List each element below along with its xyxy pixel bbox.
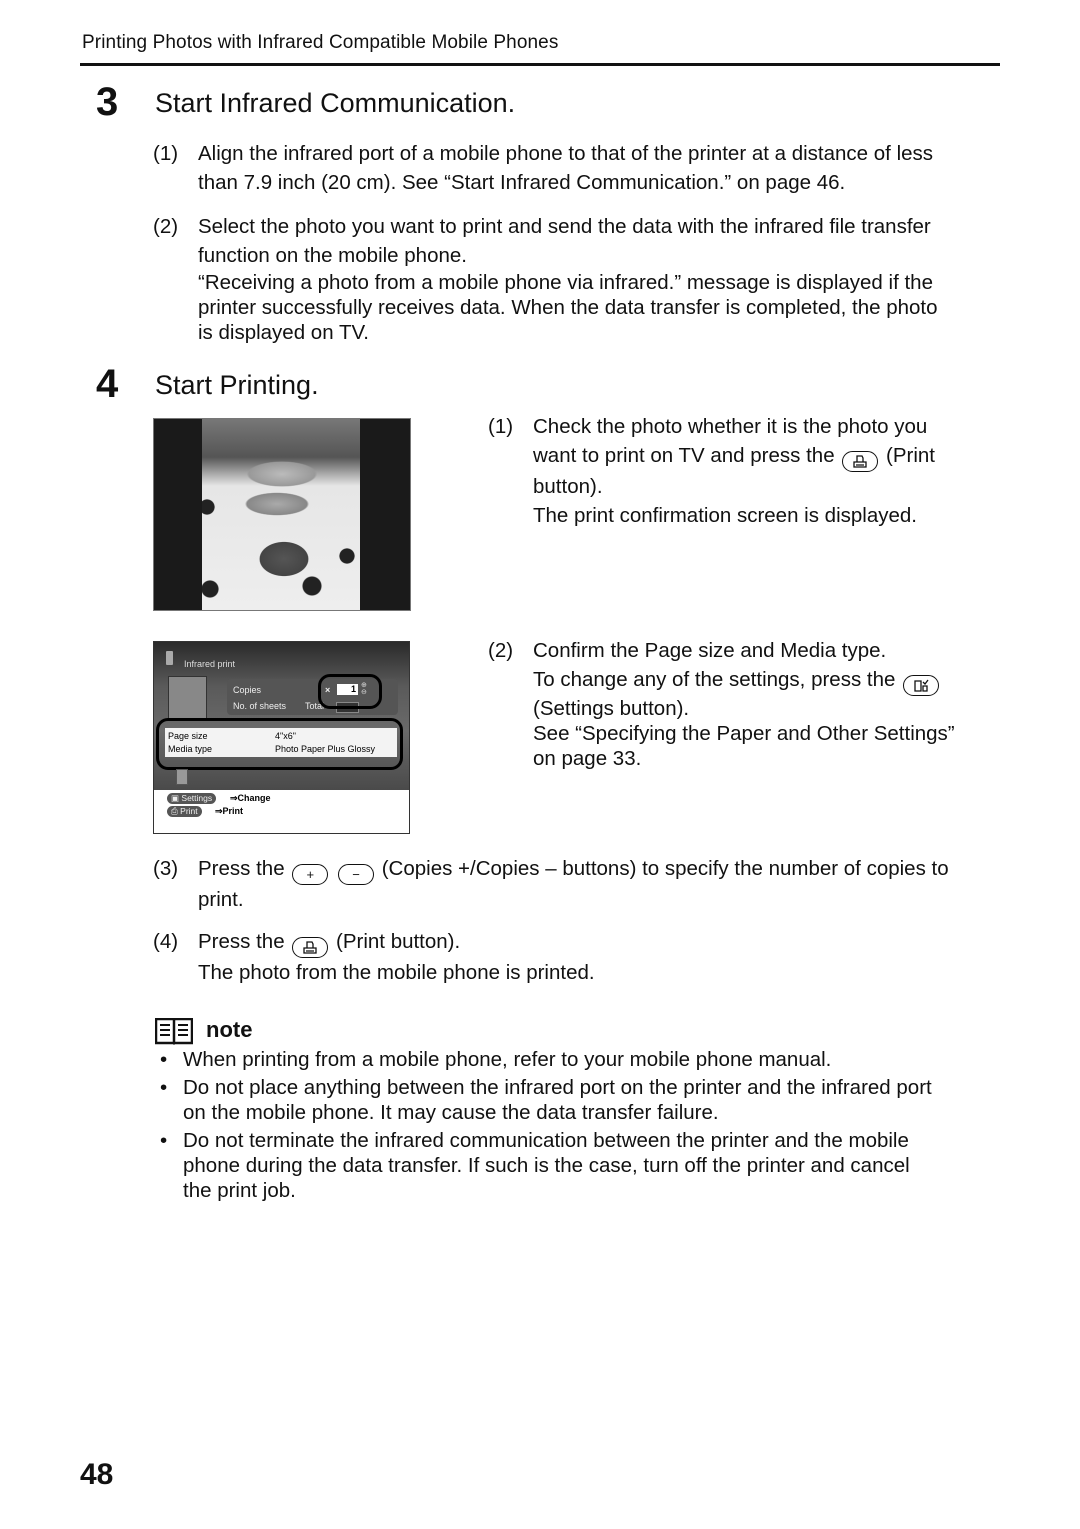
settings-pill: ▣ Settings	[167, 793, 217, 804]
step-number: 4	[96, 362, 119, 406]
note-bullet: • Do not place anything between the infr…	[160, 1075, 1010, 1125]
note-list: • When printing from a mobile phone, ref…	[160, 1047, 1010, 1206]
screen-title: Infrared print	[184, 659, 236, 669]
item-text: See “Specifying the Paper and Other Sett…	[533, 722, 955, 745]
print-icon	[853, 455, 867, 468]
item-text: (Settings button).	[533, 697, 690, 720]
note-bullet: • When printing from a mobile phone, ref…	[160, 1047, 1010, 1072]
note-bullet: • Do not terminate the infrared communic…	[160, 1128, 1010, 1203]
copies-minus-button-glyph: −	[338, 864, 375, 885]
step-title: Start Printing.	[155, 370, 319, 400]
copies-highlight-ring	[318, 674, 382, 709]
item-text: is displayed on TV.	[198, 321, 369, 344]
bullet-text: When printing from a mobile phone, refer…	[183, 1048, 832, 1071]
note-label: note	[206, 1017, 253, 1042]
item-text: “Receiving a photo from a mobile phone v…	[198, 271, 933, 294]
tv-photo-preview	[153, 418, 411, 611]
mobile-phone-icon	[166, 651, 173, 665]
item-text: The print confirmation screen is display…	[533, 504, 917, 527]
step-number: 3	[96, 80, 119, 124]
item-number: (2)	[488, 639, 514, 662]
bullet-text: the print job.	[183, 1179, 296, 1202]
print-pill: ⎙ Print	[167, 806, 202, 817]
step-item: (2) Confirm the Page size and Media type…	[488, 636, 1008, 776]
print-button-glyph	[842, 451, 879, 472]
book-icon	[154, 1017, 194, 1050]
settings-icon	[914, 679, 929, 692]
item-number: (1)	[488, 415, 514, 438]
item-text: (Print	[886, 444, 935, 467]
settings-highlight-ring	[156, 718, 403, 770]
page-number: 48	[80, 1458, 114, 1491]
copies-label: Copies	[233, 685, 262, 695]
print-pill-label: Print	[180, 806, 198, 816]
step-item: (1) Align the infrared port of a mobile …	[153, 139, 1013, 199]
header-rule	[80, 63, 1000, 66]
item-text: button).	[533, 475, 603, 498]
bullet-text: Do not terminate the infrared communicat…	[183, 1129, 909, 1152]
item-text: printer successfully receives data. When…	[198, 296, 938, 319]
item-number: (4)	[153, 930, 179, 953]
item-number: (2)	[153, 215, 179, 238]
item-text: (Print button).	[336, 930, 461, 953]
step-title: Start Infrared Communication.	[155, 88, 516, 118]
step-item: (2) Select the photo you want to print a…	[153, 212, 1013, 352]
item-text: Press the	[198, 857, 285, 880]
print-button-glyph	[292, 937, 329, 958]
item-text: than 7.9 inch (20 cm). See “Start Infrar…	[198, 171, 846, 194]
bullet-text: Do not place anything between the infrar…	[183, 1076, 932, 1099]
item-text: Confirm the Page size and Media type.	[533, 639, 887, 662]
item-text: function on the mobile phone.	[198, 244, 467, 267]
print-action: ⇒Print	[215, 806, 244, 816]
bullet-text: on the mobile phone. It may cause the da…	[183, 1101, 719, 1124]
item-text: print.	[198, 888, 244, 911]
item-text: (Copies +/Copies – buttons) to specify t…	[381, 857, 949, 880]
item-number: (1)	[153, 142, 179, 165]
item-text: The photo from the mobile phone is print…	[198, 961, 595, 984]
sheets-label: No. of sheets	[233, 701, 287, 711]
item-text: To change any of the settings, press the	[533, 668, 896, 691]
item-text: Check the photo whether it is the photo …	[533, 415, 928, 438]
plus-icon: +	[306, 867, 315, 882]
settings-button-glyph	[903, 675, 940, 696]
settings-pill-label: Settings	[181, 793, 213, 803]
settings-action: ⇒Change	[230, 793, 271, 803]
step-item: (1) Check the photo whether it is the ph…	[488, 412, 1008, 532]
step-item: (4) Press the (Print button). The photo …	[153, 927, 1013, 987]
bullet-text: phone during the data transfer. If such …	[183, 1154, 910, 1177]
minus-icon: −	[352, 867, 360, 882]
running-header: Printing Photos with Infrared Compatible…	[82, 32, 559, 53]
photo-thumbnail	[168, 676, 207, 719]
print-icon	[303, 941, 317, 954]
item-number: (3)	[153, 857, 179, 880]
item-text: Select the photo you want to print and s…	[198, 215, 931, 238]
item-text: Align the infrared port of a mobile phon…	[198, 142, 934, 165]
copies-plus-button-glyph: +	[292, 864, 329, 885]
dessert-photo	[202, 419, 360, 610]
printer-icon	[176, 769, 188, 785]
print-confirmation-screen: Infrared print Copies No. of sheets Tota…	[153, 641, 410, 834]
item-text: Press the	[198, 930, 285, 953]
item-text: want to print on TV and press the	[533, 444, 835, 467]
item-text: on page 33.	[533, 747, 642, 770]
step-item: (3) Press the + − (Copies +/Copies – but…	[153, 854, 1013, 914]
